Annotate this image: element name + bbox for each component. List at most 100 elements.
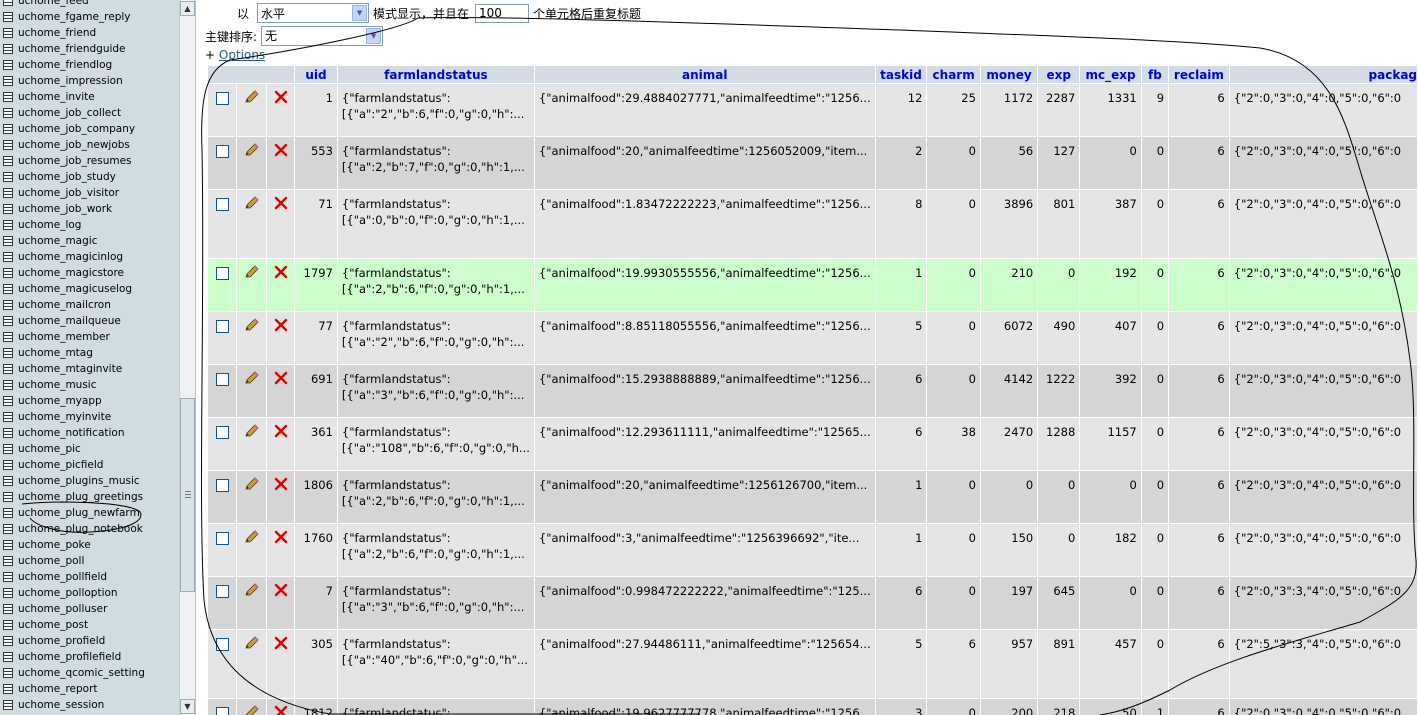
display-mode-select[interactable]: 水平 ▼ — [257, 3, 370, 23]
sidebar-table-item[interactable]: uchome_feed — [0, 0, 178, 9]
sidebar-table-label[interactable]: uchome_polluser — [18, 601, 107, 617]
table-icon[interactable] — [3, 284, 13, 294]
pencil-icon[interactable] — [244, 265, 260, 282]
sidebar-table-item[interactable]: uchome_pollfield — [0, 569, 178, 585]
sidebar-table-label[interactable]: uchome_pic — [18, 441, 81, 457]
table-icon[interactable] — [3, 572, 13, 582]
table-icon[interactable] — [3, 124, 13, 134]
red-x-icon[interactable] — [274, 265, 288, 282]
sidebar-table-item[interactable]: uchome_plug_notebook — [0, 521, 178, 537]
sidebar-table-item[interactable]: uchome_report — [0, 681, 178, 697]
sidebar-table-label[interactable]: uchome_job_company — [18, 121, 135, 137]
header-animal[interactable]: animal — [534, 66, 875, 83]
header-uid[interactable]: uid — [295, 66, 337, 83]
sidebar-table-item[interactable]: uchome_mailqueue — [0, 313, 178, 329]
table-row[interactable]: 1812{"farmlandstatus":[{"a":2,"b":7,"f":… — [208, 699, 1417, 715]
table-icon[interactable] — [3, 380, 13, 390]
header-farmlandstatus[interactable]: farmlandstatus — [337, 66, 534, 83]
pencil-icon[interactable] — [244, 636, 260, 653]
table-icon[interactable] — [3, 684, 13, 694]
row-checkbox[interactable] — [215, 198, 229, 211]
table-row[interactable]: 553 {"farmlandstatus": [{"a":2,"b":7,"f":0… — [208, 137, 1417, 189]
red-x-icon[interactable] — [274, 143, 288, 160]
options-link[interactable]: Options — [219, 48, 265, 62]
sidebar-table-item[interactable]: uchome_poll — [0, 553, 178, 569]
sidebar-table-label[interactable]: uchome_mtaginvite — [18, 361, 122, 377]
sidebar-table-label[interactable]: uchome_picfield — [18, 457, 103, 473]
row-checkbox[interactable] — [215, 145, 229, 158]
table-icon[interactable] — [3, 252, 13, 262]
table-icon[interactable] — [3, 108, 13, 118]
sidebar-table-label[interactable]: uchome_impression — [18, 73, 123, 89]
header-taskid[interactable]: taskid — [875, 66, 927, 83]
table-row[interactable]: 691 {"farmlandstatus": [{"a":"3","b":6,"f"… — [208, 365, 1417, 417]
table-row[interactable]: 71 {"farmlandstatus": [{"a":0,"b":0,"f":0,… — [208, 190, 1417, 258]
pencil-icon[interactable] — [244, 318, 260, 335]
sidebar-table-item[interactable]: uchome_mtag — [0, 345, 178, 361]
sidebar-table-item[interactable]: uchome_friendguide — [0, 41, 178, 57]
sidebar-table-item[interactable]: uchome_qcomic_setting — [0, 665, 178, 681]
table-icon[interactable] — [3, 236, 13, 246]
table-icon[interactable] — [3, 364, 13, 374]
table-icon[interactable] — [3, 700, 13, 710]
table-icon[interactable] — [3, 588, 13, 598]
pencil-icon[interactable] — [244, 477, 260, 494]
sidebar-table-item[interactable]: uchome_plug_newfarm — [0, 505, 178, 521]
options-toggle[interactable]: + Options — [205, 48, 265, 62]
table-icon[interactable] — [3, 492, 13, 502]
sidebar-table-label[interactable]: uchome_job_visitor — [18, 185, 119, 201]
sidebar-table-label[interactable]: uchome_profilefield — [18, 649, 121, 665]
sort-key-select[interactable]: 无 ▼ — [261, 26, 384, 46]
row-checkbox[interactable] — [215, 707, 229, 715]
table-icon[interactable] — [3, 396, 13, 406]
chevron-down-icon[interactable]: ▼ — [366, 28, 382, 44]
pencil-icon[interactable] — [244, 530, 260, 547]
header-fb[interactable]: fb — [1141, 66, 1169, 83]
sidebar-table-item[interactable]: uchome_job_work — [0, 201, 178, 217]
sidebar-table-label[interactable]: uchome_job_collect — [18, 105, 121, 121]
table-icon[interactable] — [3, 508, 13, 518]
sidebar-table-item[interactable]: uchome_impression — [0, 73, 178, 89]
table-icon[interactable] — [3, 332, 13, 342]
red-x-icon[interactable] — [274, 196, 288, 213]
sidebar-table-label[interactable]: uchome_magicstore — [18, 265, 124, 281]
pencil-icon[interactable] — [244, 143, 260, 160]
table-icon[interactable] — [3, 300, 13, 310]
sidebar-table-label[interactable]: uchome_post — [18, 617, 88, 633]
sidebar-table-item[interactable]: uchome_log — [0, 217, 178, 233]
sidebar-table-label[interactable]: uchome_job_resumes — [18, 153, 132, 169]
row-checkbox[interactable] — [215, 426, 229, 439]
sidebar-table-label[interactable]: uchome_magicinlog — [18, 249, 123, 265]
row-checkbox[interactable] — [215, 532, 229, 545]
sidebar-table-item[interactable]: uchome_notification — [0, 425, 178, 441]
pencil-icon[interactable] — [244, 583, 260, 600]
red-x-icon[interactable] — [274, 636, 288, 653]
table-icon[interactable] — [3, 44, 13, 54]
sidebar-table-item[interactable]: uchome_picfield — [0, 457, 178, 473]
sidebar-table-item[interactable]: uchome_magicuselog — [0, 281, 178, 297]
sidebar-table-item[interactable]: uchome_myapp — [0, 393, 178, 409]
repeat-headers-input[interactable]: 100 — [475, 3, 530, 23]
sidebar-table-label[interactable]: uchome_magic — [18, 233, 97, 249]
red-x-icon[interactable] — [274, 371, 288, 388]
sidebar-table-label[interactable]: uchome_profield — [18, 633, 105, 649]
sidebar-table-label[interactable]: uchome_job_newjobs — [18, 137, 130, 153]
header-money[interactable]: money — [980, 66, 1038, 83]
red-x-icon[interactable] — [274, 318, 288, 335]
table-row[interactable]: 7 {"farmlandstatus": [{"a":"3","b":6,"f":0… — [208, 577, 1417, 629]
sidebar-table-label[interactable]: uchome_poll — [18, 553, 84, 569]
sidebar-table-item[interactable]: uchome_polluser — [0, 601, 178, 617]
header-reclaim[interactable]: reclaim — [1169, 66, 1229, 83]
sidebar-table-label[interactable]: uchome_friendguide — [18, 41, 126, 57]
red-x-icon[interactable] — [274, 705, 288, 715]
sidebar-table-item[interactable]: uchome_polloption — [0, 585, 178, 601]
header-mc-exp[interactable]: mc_exp — [1080, 66, 1141, 83]
sidebar-table-item[interactable]: uchome_invite — [0, 89, 178, 105]
table-icon[interactable] — [3, 316, 13, 326]
red-x-icon[interactable] — [274, 90, 288, 107]
scroll-down-button[interactable]: ▼ — [180, 699, 195, 714]
pencil-icon[interactable] — [244, 371, 260, 388]
table-icon[interactable] — [3, 0, 13, 6]
pencil-icon[interactable] — [244, 705, 260, 715]
table-icon[interactable] — [3, 620, 13, 630]
